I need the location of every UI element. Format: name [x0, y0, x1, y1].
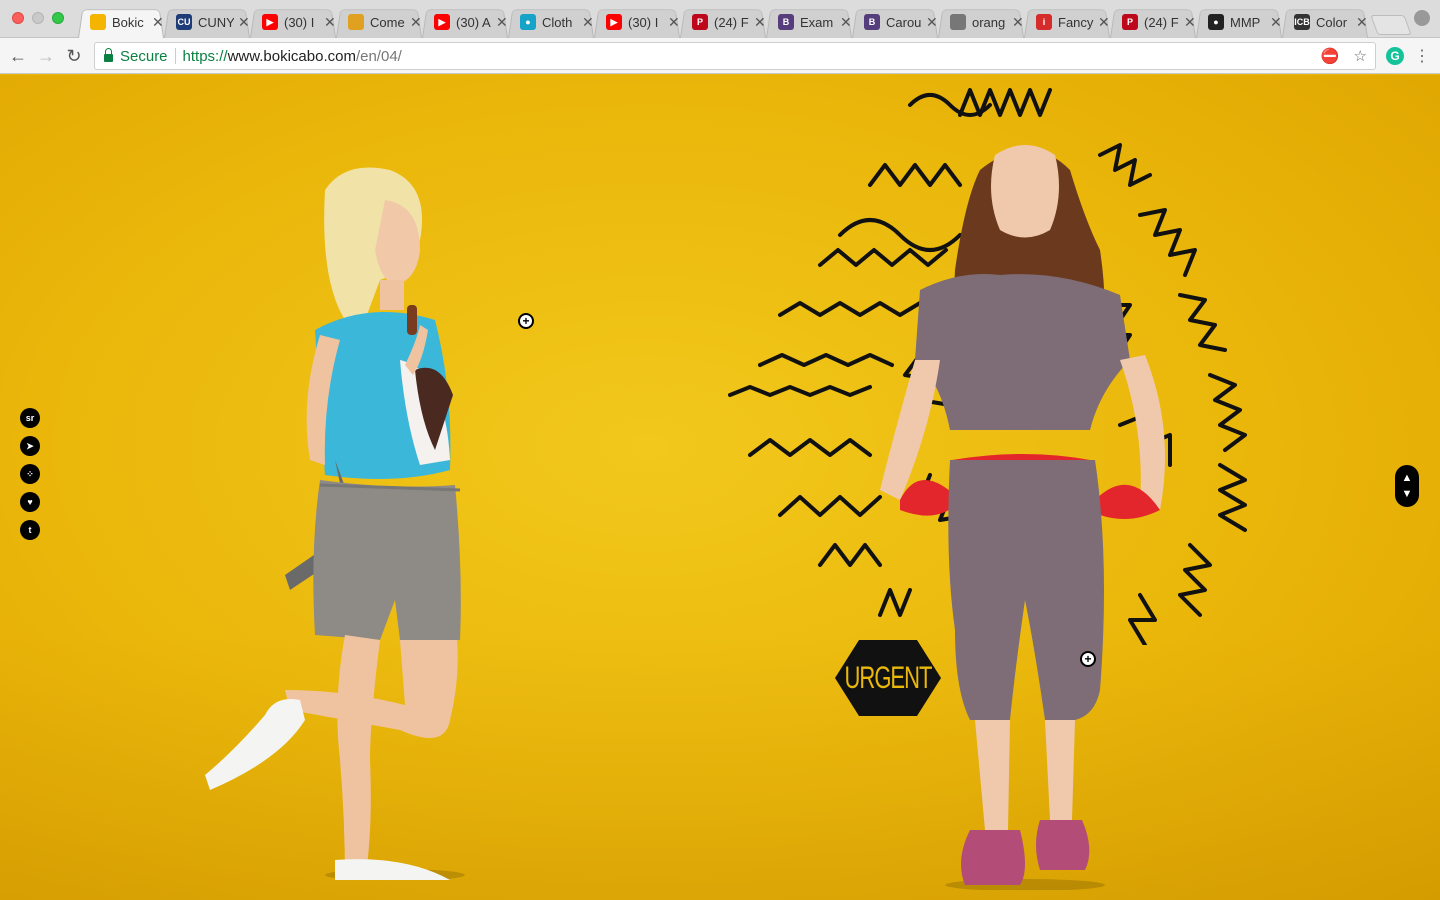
slide-navigation: ▲ ▼	[1395, 465, 1419, 507]
tab-close-icon[interactable]: ✕	[410, 14, 422, 31]
tab-label: orang	[972, 14, 1006, 30]
tab-label: (30) I	[284, 14, 315, 30]
browser-tab[interactable]: ▶ (30) I ✕	[594, 6, 680, 38]
tab-close-icon[interactable]: ✕	[754, 14, 766, 31]
tab-favicon-icon	[950, 14, 966, 30]
tab-label: Color	[1316, 14, 1348, 30]
tab-label: (24) F	[1144, 14, 1179, 30]
browser-tab[interactable]: ▶ (30) A ✕	[422, 6, 508, 38]
urgent-badge[interactable]: URGENT	[835, 640, 941, 716]
tab-close-icon[interactable]: ✕	[238, 14, 250, 31]
tab-label: Come	[370, 14, 405, 30]
tab-favicon-icon	[348, 14, 364, 30]
bookmark-star-icon[interactable]: ☆	[1354, 47, 1367, 65]
social-heart-icon[interactable]: ♥	[20, 492, 40, 512]
tab-favicon-icon: B	[864, 14, 880, 30]
tab-favicon-icon: ▶	[606, 14, 622, 30]
slide-down-button[interactable]: ▼	[1402, 486, 1413, 502]
tab-label: (30) I	[628, 14, 659, 30]
tab-favicon-icon: P	[1122, 14, 1138, 30]
browser-tab[interactable]: ▶ (30) I ✕	[250, 6, 336, 38]
divider	[174, 48, 176, 64]
social-sr-icon[interactable]: sr	[20, 408, 40, 428]
tab-favicon-icon: ●	[520, 14, 536, 30]
address-bar[interactable]: Secure https:// www.bokicabo.com /en/04/…	[94, 42, 1376, 70]
tab-label: Cloth	[542, 14, 573, 30]
tab-label: Exam	[800, 14, 834, 30]
tab-close-icon[interactable]: ✕	[840, 14, 852, 31]
tab-favicon-icon: CU	[176, 14, 192, 30]
model-left-image	[205, 167, 465, 880]
tab-close-icon[interactable]: ✕	[582, 14, 594, 31]
social-dots-icon[interactable]: ⁘	[20, 464, 40, 484]
blocked-icon[interactable]: ⛔	[1321, 47, 1340, 65]
tab-favicon-icon: B	[778, 14, 794, 30]
browser-tab[interactable]: i Fancy ✕	[1024, 6, 1110, 38]
tab-label: (24) F	[714, 14, 749, 30]
profile-icon[interactable]	[1414, 10, 1430, 26]
browser-menu-icon[interactable]: ⋮	[1414, 46, 1430, 66]
product-hotspot-button[interactable]: +	[518, 313, 534, 329]
browser-tab[interactable]: ICB Color ✕	[1282, 6, 1368, 38]
tab-close-icon[interactable]: ✕	[926, 14, 938, 31]
browser-tab[interactable]: Come ✕	[336, 6, 422, 38]
tab-favicon-icon: i	[1036, 14, 1052, 30]
browser-toolbar: ← → ↻ Secure https:// www.bokicabo.com /…	[0, 38, 1440, 74]
browser-tab[interactable]: orang ✕	[938, 6, 1024, 38]
forward-button[interactable]: →	[34, 44, 58, 68]
url-host: www.bokicabo.com	[227, 47, 356, 65]
tab-favicon-icon: ICB	[1294, 14, 1310, 30]
tab-close-icon[interactable]: ✕	[1012, 14, 1024, 31]
maximize-window-button[interactable]	[52, 12, 64, 24]
url-scheme: https://	[182, 47, 228, 65]
page-content: sr ➤ ⁘ ♥ t + + URGENT ▲ ▼	[0, 75, 1440, 900]
new-tab-button[interactable]	[1370, 15, 1412, 35]
tab-close-icon[interactable]: ✕	[1270, 14, 1282, 31]
tab-favicon-icon	[90, 14, 106, 30]
tab-label: (30) A	[456, 14, 491, 30]
reload-button[interactable]: ↻	[62, 44, 86, 68]
tab-close-icon[interactable]: ✕	[152, 14, 164, 31]
minimize-window-button[interactable]	[32, 12, 44, 24]
tab-favicon-icon: ▶	[262, 14, 278, 30]
model-right-image	[880, 145, 1165, 890]
tabs: Bokic ✕ CU CUNY ✕ ▶ (30) I ✕ Come ✕ ▶ (30) A ✕ ● Cloth…	[78, 6, 1412, 38]
browser-tab[interactable]: Bokic ✕	[78, 6, 164, 38]
browser-tab[interactable]: P (24) F ✕	[680, 6, 766, 38]
social-cursor-icon[interactable]: ➤	[20, 436, 40, 456]
social-sidebar: sr ➤ ⁘ ♥ t	[20, 408, 40, 540]
grammarly-extension-icon[interactable]: G	[1386, 47, 1404, 65]
tab-close-icon[interactable]: ✕	[1356, 14, 1368, 31]
browser-tab[interactable]: CU CUNY ✕	[164, 6, 250, 38]
tab-strip: Bokic ✕ CU CUNY ✕ ▶ (30) I ✕ Come ✕ ▶ (30) A ✕ ● Cloth…	[0, 0, 1440, 38]
social-twitter-icon[interactable]: t	[20, 520, 40, 540]
tab-favicon-icon: ▶	[434, 14, 450, 30]
tab-close-icon[interactable]: ✕	[1184, 14, 1196, 31]
tab-close-icon[interactable]: ✕	[1098, 14, 1110, 31]
product-hotspot-button[interactable]: +	[1080, 651, 1096, 667]
tab-label: Carou	[886, 14, 922, 30]
tab-favicon-icon: P	[692, 14, 708, 30]
secure-label: Secure	[120, 47, 168, 65]
tab-close-icon[interactable]: ✕	[668, 14, 680, 31]
tab-close-icon[interactable]: ✕	[496, 14, 508, 31]
browser-tab[interactable]: ● MMP ✕	[1196, 6, 1282, 38]
tab-close-icon[interactable]: ✕	[324, 14, 336, 31]
tab-label: Bokic	[112, 14, 144, 30]
back-button[interactable]: ←	[6, 44, 30, 68]
browser-tab[interactable]: P (24) F ✕	[1110, 6, 1196, 38]
tab-label: CUNY	[198, 14, 234, 30]
lock-icon	[104, 48, 113, 62]
tab-favicon-icon: ●	[1208, 14, 1224, 30]
browser-tab[interactable]: B Carou ✕	[852, 6, 938, 38]
browser-tab[interactable]: ● Cloth ✕	[508, 6, 594, 38]
tab-label: Fancy	[1058, 14, 1094, 30]
close-window-button[interactable]	[12, 12, 24, 24]
browser-tab[interactable]: B Exam ✕	[766, 6, 852, 38]
tab-label: MMP	[1230, 14, 1261, 30]
slide-up-button[interactable]: ▲	[1402, 470, 1413, 486]
urgent-label: URGENT	[844, 659, 933, 696]
url-path: /en/04/	[355, 47, 402, 65]
